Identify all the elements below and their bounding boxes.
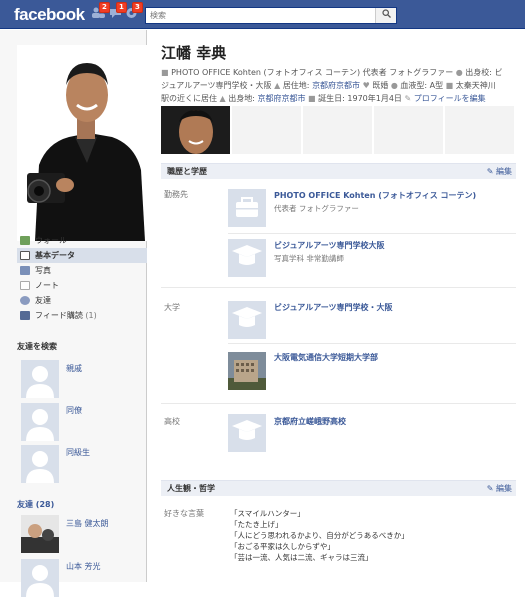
nav-item-subscriptions[interactable]: フィード購読 (1) [17,308,147,323]
highschool-label: 高校 [164,417,180,426]
philosophy-header: 人生観・哲学 ✎ 編集 [161,480,516,496]
profile-picture[interactable] [17,45,147,241]
hometown-link[interactable]: 京都府京都市 [258,94,306,103]
profile-info: ■ PHOTO OFFICE Kohten (フォトオフィス コーテン) 代表者… [161,68,503,103]
friend-link[interactable]: 三島 健太朗 [66,518,109,529]
notes-icon [20,281,30,290]
messages-icon[interactable]: 1 [108,2,127,21]
find-coworkers-avatar[interactable] [21,403,59,441]
home-icon: ▲ [274,81,281,90]
photo-thumbnail[interactable] [445,106,514,154]
nav-item-info[interactable]: 基本データ [17,248,147,263]
quote-line: 「芸は一流、人気は二流、ギャラは三流」 [230,553,373,562]
favorite-quotes-label: 好きな言葉 [164,509,204,518]
profile-nav: ウォール 基本データ 写真 ノート 友達 フィード購読 (1) [17,233,147,323]
college-thumbnail[interactable] [228,352,266,390]
top-bar: facebook 2 1 3 [0,0,525,29]
subscriptions-icon [20,311,30,320]
photo-strip [161,106,516,154]
friends-icon [20,296,30,305]
wall-icon [20,236,30,245]
find-friends-heading: 友達を検索 [17,342,57,351]
employer-thumbnail[interactable] [228,189,266,227]
edit-profile-link[interactable]: プロフィールを編集 [414,94,486,103]
quote-line: 「スマイルハンター」 [230,509,305,518]
friend-avatar[interactable] [21,559,59,597]
search-input[interactable] [146,8,371,23]
friends-count[interactable]: (28) [36,500,54,509]
notifications-badge: 3 [132,2,143,13]
pencil-icon: ✎ [486,167,494,176]
nav-item-notes[interactable]: ノート [17,278,147,293]
edit-work-education-link[interactable]: ✎ 編集 [487,164,512,179]
briefcase-icon: ■ [161,68,169,77]
profile-name: 江幡 幸典 [161,44,227,62]
employer-position: 写真学科 非常勤講師 [274,254,344,263]
photo-thumbnail[interactable] [303,106,372,154]
photo-thumbnail[interactable] [374,106,443,154]
friends-heading: 友達 (28) [17,499,147,510]
college-label: 大学 [164,303,180,312]
left-sidebar: ウォール 基本データ 写真 ノート 友達 フィード購読 (1) 友達を検索 親戚 [0,30,147,597]
employer-label: 勤務先 [164,190,188,199]
pencil-icon: ✎ [486,484,494,493]
highschool-thumbnail[interactable] [228,414,266,452]
pin-icon: ■ [445,81,454,90]
search-icon [381,9,391,18]
heart-icon: ♥ [362,81,370,90]
blood-drop-icon: ● [390,81,398,90]
nav-item-friends[interactable]: 友達 [17,293,147,308]
friend-requests-icon[interactable]: 2 [91,2,110,21]
photos-icon [20,266,30,275]
edit-philosophy-link[interactable]: ✎ 編集 [487,481,512,496]
quote-line: 「たたき上げ」 [230,520,283,529]
home-icon: ▲ [219,94,226,103]
divider [161,287,516,288]
employer-position: 代表者 フォトグラファー [274,204,359,213]
search-box [145,7,397,24]
college-name-link[interactable]: 大阪電気通信大学短期大学部 [274,352,378,363]
friends-heading-link[interactable]: 友達 [17,500,33,509]
find-relatives-link[interactable]: 親戚 [66,363,82,374]
calendar-icon: ■ [308,94,316,103]
find-coworkers-link[interactable]: 同僚 [66,405,82,416]
college-name-link[interactable]: ビジュアルアーツ専門学校・大阪 [274,302,393,313]
quote-line: 「人にどう思われるかより、自分がどうあるべきか」 [230,531,409,540]
friend-link[interactable]: 山本 芳光 [66,561,101,572]
highschool-name-link[interactable]: 京都府立嵯峨野高校 [274,416,346,427]
find-relatives-avatar[interactable] [21,360,59,398]
find-classmates-avatar[interactable] [21,445,59,483]
employer-name-link[interactable]: PHOTO OFFICE Kohten (フォトオフィス コーテン) [274,190,476,201]
facebook-logo[interactable]: facebook [14,5,85,25]
nav-item-photos[interactable]: 写真 [17,263,147,278]
residence-link[interactable]: 京都府京都市 [312,81,360,90]
college-thumbnail[interactable] [228,301,266,339]
nav-item-wall[interactable]: ウォール [17,233,147,248]
search-button[interactable] [375,8,396,23]
photo-thumbnail[interactable] [161,106,230,154]
quote-line: 「おごる平家は久しからずや」 [230,542,335,551]
education-icon: ● [455,68,463,77]
employer-name-link[interactable]: ビジュアルアーツ専門学校大阪 [274,240,385,251]
employer-thumbnail[interactable] [228,239,266,277]
divider [161,403,516,404]
info-icon [20,251,30,260]
find-classmates-link[interactable]: 同級生 [66,447,90,458]
notifications-icon[interactable]: 3 [124,2,143,21]
pencil-icon: ✎ [404,94,412,103]
photo-thumbnail[interactable] [232,106,301,154]
divider [228,233,516,234]
work-education-header: 職歴と学歴 ✎ 編集 [161,163,516,179]
divider [228,343,516,344]
friend-avatar[interactable] [21,515,59,553]
